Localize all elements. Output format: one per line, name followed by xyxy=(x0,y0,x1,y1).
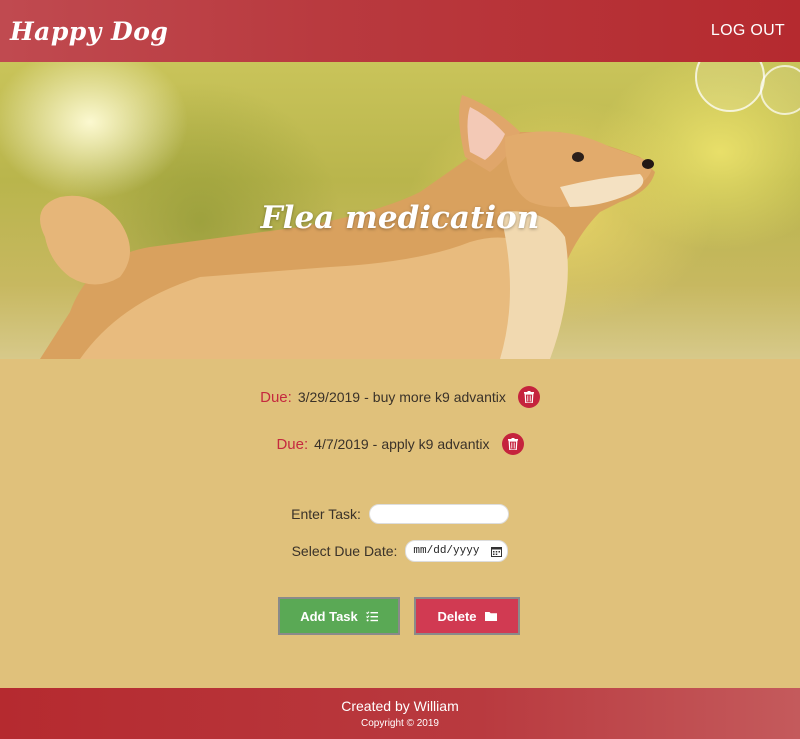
logout-link[interactable]: LOG OUT xyxy=(711,22,785,40)
task-text: buy more k9 advantix xyxy=(372,389,506,405)
top-navbar: Happy Dog LOG OUT xyxy=(0,0,800,62)
footer: Created by William Copyright © 2019 xyxy=(0,688,800,739)
task-input[interactable] xyxy=(368,504,509,524)
add-task-button[interactable]: Add Task xyxy=(278,597,400,635)
due-date-input[interactable]: mm/dd/yyyy xyxy=(405,540,509,562)
task-input-label: Enter Task: xyxy=(291,506,361,522)
due-date-row: Select Due Date: mm/dd/yyyy xyxy=(0,540,800,562)
delete-label: Delete xyxy=(437,608,477,624)
delete-button[interactable]: Delete xyxy=(414,597,520,635)
add-task-label: Add Task xyxy=(300,608,358,624)
date-placeholder: mm/dd/yyyy xyxy=(413,545,480,557)
hero-banner: Flea medication xyxy=(0,62,800,359)
due-date-label: Select Due Date: xyxy=(291,543,398,559)
trash-icon xyxy=(507,438,518,450)
task-input-row: Enter Task: xyxy=(0,504,800,524)
delete-task-button[interactable] xyxy=(517,386,540,408)
task-separator: - xyxy=(364,389,369,405)
due-label: Due: xyxy=(260,388,292,406)
brand-logo[interactable]: Happy Dog xyxy=(10,17,168,46)
task-item: Due: 4/7/2019 - apply k9 advantix xyxy=(0,433,800,455)
delete-task-button[interactable] xyxy=(501,433,524,455)
task-list-icon xyxy=(365,610,378,621)
due-label: Due: xyxy=(276,435,309,453)
footer-credit: Created by William xyxy=(341,698,459,714)
calendar-icon[interactable] xyxy=(491,546,503,557)
folder-icon xyxy=(484,612,497,621)
task-text: apply k9 advantix xyxy=(381,436,490,452)
footer-copyright: Copyright © 2019 xyxy=(361,718,439,729)
trash-icon xyxy=(523,391,534,403)
task-separator: - xyxy=(372,436,378,452)
task-date: 4/7/2019 xyxy=(314,436,369,452)
task-item: Due: 3/29/2019 - buy more k9 advantix xyxy=(0,386,800,408)
hero-title: Flea medication xyxy=(260,200,540,236)
task-date: 3/29/2019 xyxy=(297,389,361,405)
